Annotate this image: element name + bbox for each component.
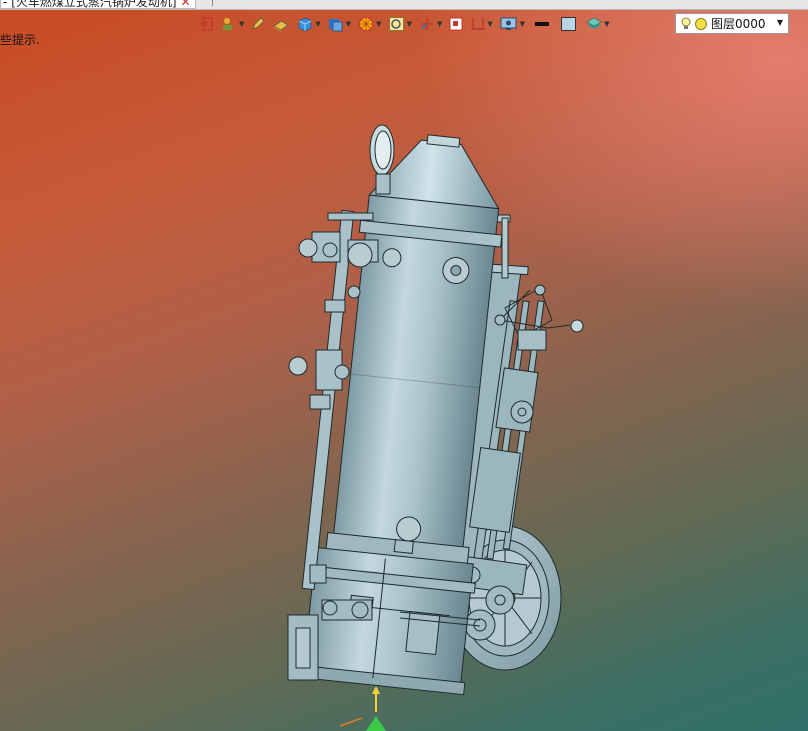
color-wheel-button[interactable]: ▼ [355, 14, 383, 34]
document-tab-title: - [火车燃煤立式蒸汽锅炉发动机] [3, 0, 177, 9]
view-frame-button[interactable] [446, 14, 466, 34]
fill-color-button[interactable] [557, 14, 581, 34]
point-icon [223, 18, 232, 30]
chevron-down-icon[interactable]: ▼ [376, 20, 381, 28]
chevron-down-icon[interactable]: ▼ [777, 18, 783, 27]
document-tab-bar: - [火车燃煤立式蒸汽锅炉发动机] ✕ [0, 0, 808, 10]
chevron-down-icon[interactable]: ▼ [239, 20, 244, 28]
view-toolbar: ▼ ▼ ▼ ▼ ▼ ▼ ▼ ▼ ▼ [196, 13, 612, 35]
fill-color-icon [561, 17, 577, 31]
tab-divider [212, 0, 213, 6]
lightbulb-icon [681, 17, 691, 29]
color-wheel-icon [359, 17, 374, 31]
chevron-down-icon[interactable]: ▼ [407, 20, 412, 28]
monitor-button[interactable]: ▼ [497, 14, 527, 34]
layer-selector[interactable]: 图层0000 ▼ [675, 13, 789, 34]
line-style-button[interactable] [529, 14, 555, 34]
zoom-fit-icon [388, 17, 404, 31]
pressure-gauge [369, 124, 395, 195]
section-button[interactable]: ▼ [468, 14, 494, 34]
exit-sketch-icon [199, 17, 213, 31]
chevron-down-icon[interactable]: ▼ [315, 20, 320, 28]
sun-icon [695, 17, 707, 30]
eraser-icon [273, 20, 290, 32]
coordinate-button[interactable]: ▼ [416, 14, 444, 34]
coordinate-icon [420, 18, 433, 30]
layer-stack-button[interactable]: ▼ [583, 14, 611, 34]
solid-box-icon [298, 17, 312, 32]
chevron-down-icon[interactable]: ▼ [520, 20, 525, 28]
point-button[interactable]: ▼ [218, 14, 246, 34]
document-tab[interactable]: - [火车燃煤立式蒸汽锅炉发动机] ✕ [0, 0, 196, 9]
zoom-fit-button[interactable]: ▼ [386, 14, 414, 34]
close-icon[interactable]: ✕ [181, 0, 191, 8]
solid-box-button[interactable]: ▼ [294, 14, 322, 34]
pencil-icon [252, 17, 265, 30]
monitor-icon [500, 17, 517, 30]
line-style-icon [535, 22, 550, 26]
render-style-icon [328, 19, 343, 32]
chevron-down-icon[interactable]: ▼ [604, 20, 609, 28]
boiler-engine-model[interactable] [287, 124, 584, 696]
exit-sketch-button[interactable] [196, 14, 216, 34]
layer-stack-icon [586, 17, 602, 29]
chevron-down-icon[interactable]: ▼ [346, 20, 351, 28]
pencil-button[interactable] [248, 14, 268, 34]
view-frame-icon [449, 17, 463, 31]
layer-selector-value: 图层0000 [711, 17, 766, 31]
eraser-button[interactable] [270, 14, 292, 34]
status-hint: 些提示. [0, 33, 40, 47]
3d-viewport[interactable] [0, 0, 808, 731]
chevron-down-icon[interactable]: ▼ [437, 20, 442, 28]
coordinate-triad [339, 686, 386, 731]
render-style-button[interactable]: ▼ [325, 14, 353, 34]
chevron-down-icon[interactable]: ▼ [487, 20, 492, 28]
section-icon [471, 18, 486, 30]
